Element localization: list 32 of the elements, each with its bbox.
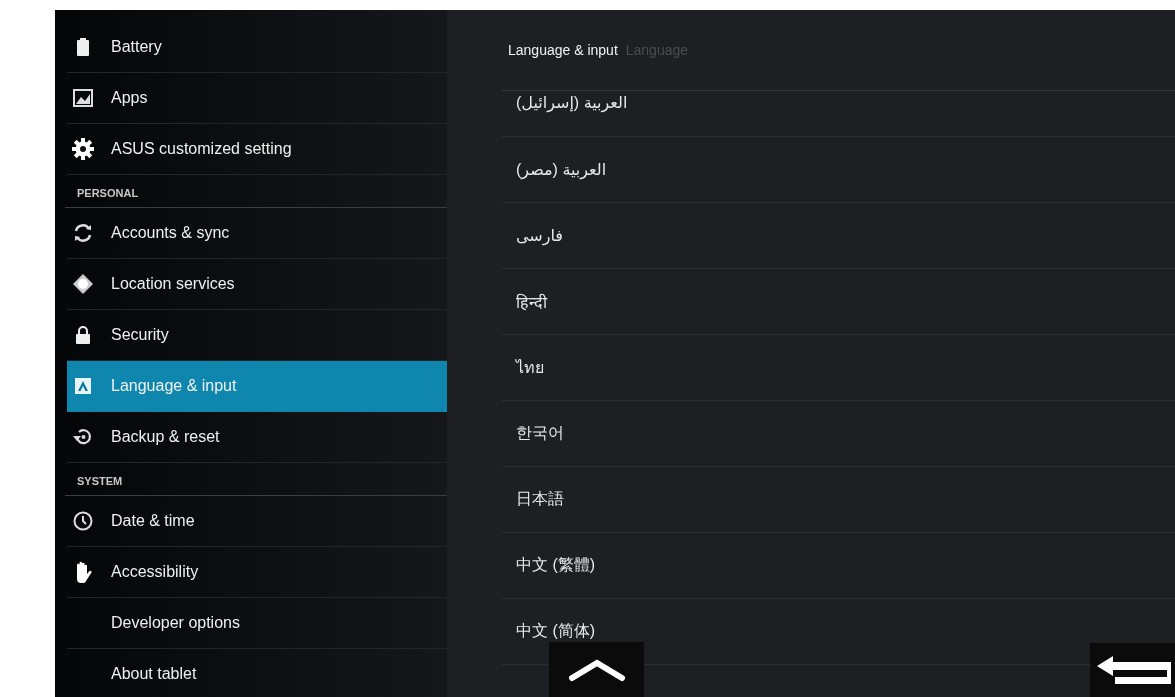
clock-icon (73, 511, 93, 531)
scroll-up-button[interactable] (549, 642, 644, 697)
language-item[interactable]: العربية (مصر) (502, 137, 1175, 203)
language-item[interactable]: 中文 (繁體) (502, 533, 1175, 599)
sidebar-item[interactable]: Accounts & sync (67, 208, 447, 259)
language-item[interactable]: فارسی (502, 203, 1175, 269)
language-item[interactable]: 日本語 (502, 467, 1175, 533)
breadcrumb-title: Language & input (508, 42, 618, 58)
sidebar-item[interactable]: ASUS customized setting (67, 124, 447, 175)
sidebar-item[interactable]: Battery (67, 22, 447, 73)
battery-icon (77, 38, 89, 56)
section-header: SYSTEM (65, 463, 447, 496)
image-icon (73, 89, 93, 107)
lock-icon (76, 326, 90, 344)
sidebar-item[interactable]: Date & time (67, 496, 447, 547)
restore-icon (73, 427, 93, 447)
sidebar-item[interactable]: Accessibility (67, 547, 447, 598)
sidebar-item[interactable]: Location services (67, 259, 447, 310)
settings-icon (72, 138, 94, 160)
back-button[interactable] (1090, 643, 1175, 697)
sidebar-item[interactable]: Language & input (67, 361, 447, 412)
language-item[interactable]: 한국어 (502, 401, 1175, 467)
location-icon (73, 274, 93, 294)
language-item[interactable]: ไทย (502, 335, 1175, 401)
sidebar-item[interactable]: Apps (67, 73, 447, 124)
sync-icon (73, 223, 93, 243)
chevron-up-icon (567, 657, 626, 682)
language-item[interactable]: العربية (إسرائيل) (502, 91, 1175, 137)
section-header: PERSONAL (65, 175, 447, 208)
keyboard-letter-icon (75, 378, 91, 394)
language-item[interactable]: हिन्दी (502, 269, 1175, 335)
sidebar-item[interactable]: Backup & reset (67, 412, 447, 463)
